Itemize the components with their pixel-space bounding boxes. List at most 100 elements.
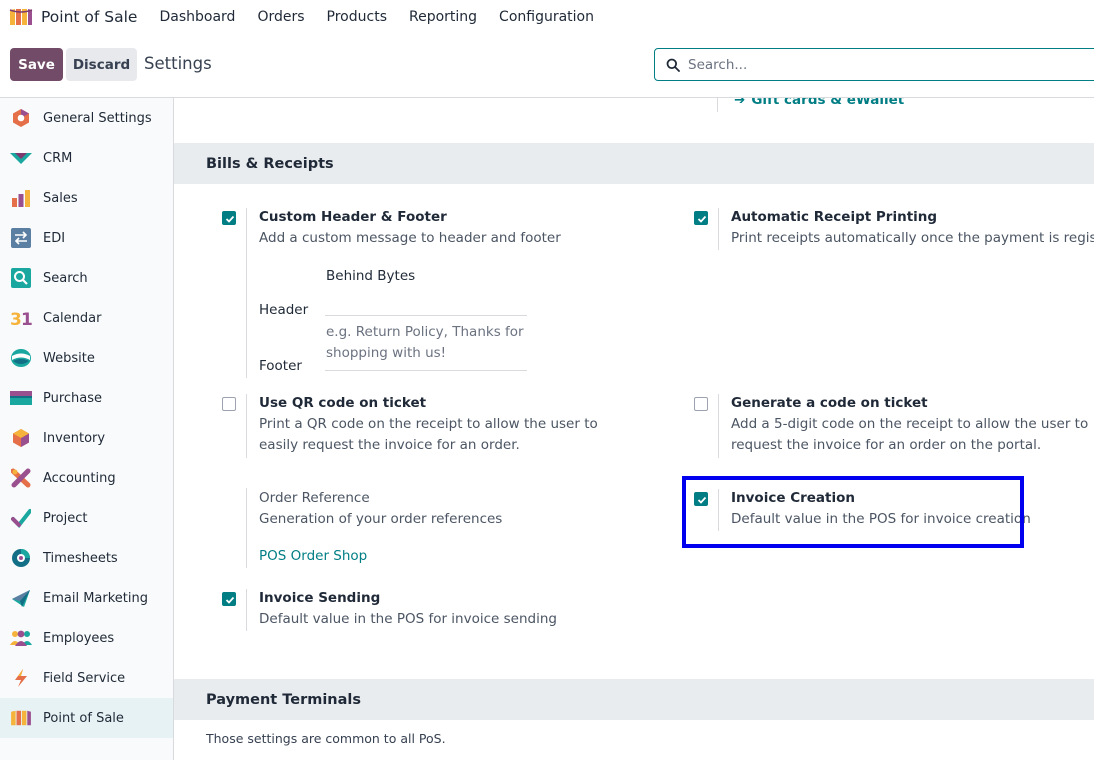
- invoice-sending-checkbox[interactable]: [222, 592, 236, 606]
- sidebar-item-email-marketing[interactable]: Email Marketing: [0, 578, 173, 618]
- crm-icon: [10, 147, 32, 169]
- auto-print-checkbox[interactable]: [694, 211, 708, 225]
- sidebar-item-purchase[interactable]: Purchase: [0, 378, 173, 418]
- app-name: Point of Sale: [41, 8, 138, 26]
- sidebar-item-website[interactable]: Website: [0, 338, 173, 378]
- sidebar-item-project[interactable]: Project: [0, 498, 173, 538]
- sidebar-item-label: Calendar: [43, 310, 102, 326]
- settings-sidebar: General Settings CRM Sales EDI Search 31…: [0, 98, 174, 760]
- menu-configuration[interactable]: Configuration: [499, 9, 594, 25]
- setting-divider: [246, 208, 247, 378]
- sidebar-item-label: EDI: [43, 230, 66, 246]
- setting-divider: [718, 394, 719, 458]
- sidebar-item-label: Search: [43, 270, 88, 286]
- gift-cards-link[interactable]: ➔ Gift cards & eWallet: [734, 98, 904, 108]
- sidebar-item-label: Project: [43, 510, 88, 526]
- sidebar-item-edi[interactable]: EDI: [0, 218, 173, 258]
- sidebar-item-sales[interactable]: Sales: [0, 178, 173, 218]
- footer-input[interactable]: e.g. Return Policy, Thanks for shopping …: [326, 322, 526, 364]
- gen-code-title: Generate a code on ticket: [731, 395, 928, 411]
- project-icon: [10, 507, 32, 529]
- sidebar-item-general-settings[interactable]: General Settings: [0, 98, 173, 138]
- setting-divider: [246, 394, 247, 458]
- order-ref-desc: Generation of your order references: [259, 511, 503, 527]
- employees-icon: [10, 627, 32, 649]
- settings-content: ➔ Gift cards & eWallet Bills & Receipts …: [174, 98, 1094, 760]
- save-button[interactable]: Save: [10, 48, 63, 81]
- sidebar-item-label: CRM: [43, 150, 73, 166]
- search-input[interactable]: [688, 56, 1068, 73]
- header-input[interactable]: Behind Bytes: [326, 268, 415, 284]
- inventory-icon: [10, 427, 32, 449]
- custom-header-checkbox[interactable]: [222, 211, 236, 225]
- sidebar-item-label: Field Service: [43, 670, 126, 686]
- menu-products[interactable]: Products: [327, 9, 387, 25]
- qr-code-desc: Print a QR code on the receipt to allow …: [259, 416, 598, 453]
- sidebar-item-label: General Settings: [43, 110, 152, 126]
- order-ref-title: Order Reference: [259, 490, 370, 506]
- sidebar-item-employees[interactable]: Employees: [0, 618, 173, 658]
- highlight-box: [682, 476, 1024, 548]
- sidebar-item-label: Sales: [43, 190, 78, 206]
- search-app-icon: [10, 267, 32, 289]
- footer-input-underline: [325, 370, 527, 371]
- point-of-sale-logo-icon: [9, 9, 33, 25]
- qr-code-checkbox[interactable]: [222, 397, 236, 411]
- invoice-sending-title: Invoice Sending: [259, 590, 381, 606]
- payment-note: Those settings are common to all PoS.: [206, 731, 446, 746]
- purchase-icon: [10, 387, 32, 409]
- discard-button[interactable]: Discard: [66, 48, 137, 81]
- sales-icon: [10, 187, 32, 209]
- sidebar-item-label: Accounting: [43, 470, 116, 486]
- sidebar-item-label: Website: [43, 350, 95, 366]
- sidebar-item-point-of-sale[interactable]: Point of Sale: [0, 698, 173, 738]
- app-brand[interactable]: Point of Sale: [9, 7, 137, 27]
- gift-cards-label: Gift cards & eWallet: [751, 98, 905, 108]
- search-box[interactable]: [654, 48, 1094, 81]
- general-settings-icon: [10, 107, 32, 129]
- calendar-icon: 31: [10, 307, 32, 329]
- sidebar-item-search[interactable]: Search: [0, 258, 173, 298]
- checkmark-icon: [697, 215, 707, 223]
- top-navbar: Point of Sale Dashboard Orders Products …: [0, 0, 1094, 34]
- accounting-icon: [10, 467, 32, 489]
- edi-icon: [10, 227, 32, 249]
- sidebar-item-label: Employees: [43, 630, 115, 646]
- order-ref-link[interactable]: POS Order Shop: [259, 548, 367, 564]
- sidebar-item-crm[interactable]: CRM: [0, 138, 173, 178]
- field-service-icon: [10, 667, 32, 689]
- setting-divider: [717, 98, 718, 112]
- top-menu: Dashboard Orders Products Reporting Conf…: [159, 9, 616, 25]
- control-panel: Save Discard Settings: [0, 34, 1094, 98]
- sidebar-item-calendar[interactable]: 31 Calendar: [0, 298, 173, 338]
- setting-divider: [718, 208, 719, 250]
- custom-header-title: Custom Header & Footer: [259, 209, 447, 225]
- invoice-sending-desc: Default value in the POS for invoice sen…: [259, 611, 557, 627]
- sidebar-item-field-service[interactable]: Field Service: [0, 658, 173, 698]
- website-icon: [10, 347, 32, 369]
- menu-orders[interactable]: Orders: [257, 9, 304, 25]
- sidebar-item-inventory[interactable]: Inventory: [0, 418, 173, 458]
- sidebar-item-label: Inventory: [43, 430, 106, 446]
- menu-dashboard[interactable]: Dashboard: [159, 9, 235, 25]
- search-icon: [666, 58, 680, 72]
- point-of-sale-icon: [10, 707, 32, 729]
- timesheets-icon: [10, 547, 32, 569]
- qr-code-title: Use QR code on ticket: [259, 395, 427, 411]
- section-payment-terminals: Payment Terminals: [174, 679, 1094, 720]
- checkmark-icon: [225, 596, 235, 604]
- setting-divider: [246, 488, 247, 568]
- auto-print-title: Automatic Receipt Printing: [731, 209, 938, 225]
- sidebar-item-accounting[interactable]: Accounting: [0, 458, 173, 498]
- sidebar-item-label: Point of Sale: [43, 710, 124, 726]
- arrow-right-icon: ➔: [734, 98, 746, 108]
- auto-print-desc: Print receipts automatically once the pa…: [731, 230, 1094, 246]
- email-marketing-icon: [10, 587, 32, 609]
- gen-code-desc: Add a 5-digit code on the receipt to all…: [731, 416, 1089, 453]
- sidebar-item-label: Email Marketing: [43, 590, 148, 606]
- menu-reporting[interactable]: Reporting: [409, 9, 477, 25]
- gen-code-checkbox[interactable]: [694, 397, 708, 411]
- sidebar-item-timesheets[interactable]: Timesheets: [0, 538, 173, 578]
- page-title: Settings: [144, 54, 212, 73]
- sidebar-item-label: Purchase: [43, 390, 103, 406]
